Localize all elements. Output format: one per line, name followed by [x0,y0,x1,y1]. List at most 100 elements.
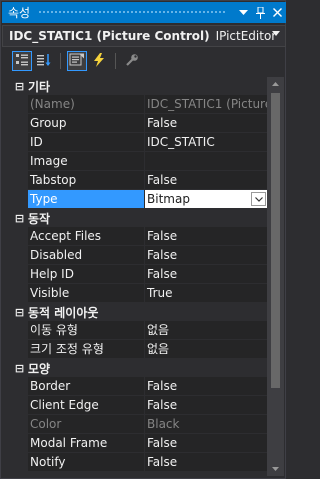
category-header[interactable]: ⊟ 모양 [11,359,268,377]
property-name[interactable]: Border [28,377,145,395]
property-name[interactable]: Type [28,190,145,208]
titlebar-grip[interactable] [38,10,227,15]
collapse-toggle-icon[interactable]: ⊟ [11,80,28,93]
row-gutter [11,190,28,208]
collapse-toggle-icon[interactable]: ⊟ [11,362,28,375]
categorized-button[interactable] [12,51,32,71]
row-gutter [11,95,28,113]
property-name[interactable]: Notify [28,453,145,471]
property-value[interactable]: False [145,246,268,264]
property-name[interactable]: Visible [28,284,145,302]
property-row[interactable]: ID IDC_STATIC [11,133,268,152]
property-row[interactable]: Type Bitmap [11,190,268,209]
events-button[interactable] [89,51,109,71]
row-gutter [11,396,28,414]
window-titlebar[interactable]: 속성 [2,2,286,23]
property-value-text: False [147,267,178,281]
scroll-down-icon[interactable] [267,462,284,476]
properties-button[interactable] [67,51,87,71]
collapse-toggle-icon[interactable]: ⊟ [11,306,28,319]
property-pages-button[interactable] [122,51,142,71]
property-value[interactable]: False [145,265,268,283]
property-pages-wrench-icon [125,53,139,70]
object-type: IPictEditor [215,29,277,43]
property-value-text: IDC_STATIC1 (Picture [147,97,268,111]
property-row[interactable]: Accept Files False [11,227,268,246]
property-value[interactable]: 없음 [145,340,268,358]
value-dropdown-chevron-icon[interactable] [251,192,266,206]
property-row[interactable]: Border False [11,377,268,396]
property-name[interactable]: Accept Files [28,227,145,245]
object-selector-dropdown[interactable]: IDC_STATIC1 (Picture Control) IPictEdito… [2,25,286,47]
property-name[interactable]: Color [28,415,145,433]
property-row[interactable]: Group False [11,114,268,133]
property-name[interactable]: Client Edge [28,396,145,414]
property-value[interactable]: True [145,284,268,302]
property-row[interactable]: 이동 유형 없음 [11,321,268,340]
property-row[interactable]: Help ID False [11,265,268,284]
property-name[interactable]: Help ID [28,265,145,283]
property-name[interactable]: Modal Frame [28,434,145,452]
property-value-text: False [147,436,178,450]
category-label: 동적 레이아웃 [28,305,99,320]
alphabetical-button[interactable] [34,51,54,71]
property-value-text: False [147,229,178,243]
property-row[interactable]: Image [11,152,268,171]
property-name[interactable]: 이동 유형 [28,321,145,339]
property-value[interactable]: IDC_STATIC [145,133,268,151]
chevron-down-icon[interactable] [272,29,280,39]
pin-icon[interactable] [252,4,269,21]
category-header[interactable]: ⊟ 동적 레이아웃 [11,303,268,321]
property-value[interactable]: False [145,453,268,471]
property-row[interactable]: Disabled False [11,246,268,265]
row-gutter [11,340,28,358]
property-name[interactable]: 크기 조정 유형 [28,340,145,358]
scroll-up-icon[interactable] [267,77,284,91]
property-value[interactable]: Bitmap [145,190,268,208]
property-row[interactable]: Notify False [11,453,268,472]
property-value[interactable]: IDC_STATIC1 (Picture [145,95,268,113]
category-label: 모양 [28,361,51,376]
property-value[interactable]: Black [145,415,268,433]
row-gutter [11,377,28,395]
property-name[interactable]: Disabled [28,246,145,264]
property-value[interactable]: 없음 [145,321,268,339]
property-value-text: False [147,398,178,412]
property-name[interactable]: Image [28,152,145,170]
window-title: 속성 [8,6,31,20]
alphabetical-view-icon [36,53,52,70]
events-lightning-icon [93,52,105,70]
collapse-toggle-icon[interactable]: ⊟ [11,212,28,225]
property-value-text: 없음 [147,323,170,337]
property-name[interactable]: Tabstop [28,171,145,189]
property-row[interactable]: Tabstop False [11,171,268,190]
category-header[interactable]: ⊟ 동작 [11,209,268,227]
property-row[interactable]: Client Edge False [11,396,268,415]
property-row[interactable]: Visible True [11,284,268,303]
property-value[interactable]: False [145,377,268,395]
property-value[interactable]: False [145,227,268,245]
vertical-scrollbar[interactable] [267,77,284,476]
window-menu-dropdown-icon[interactable] [235,4,252,21]
property-value[interactable] [145,152,268,170]
categorized-view-icon [15,53,29,70]
property-name[interactable]: ID [28,133,145,151]
category-header[interactable]: ⊟ 기타 [11,77,268,95]
scrollbar-thumb[interactable] [271,93,280,388]
property-value-text: False [147,173,178,187]
property-value[interactable]: False [145,114,268,132]
property-row[interactable]: 크기 조정 유형 없음 [11,340,268,359]
row-gutter [11,227,28,245]
property-name[interactable]: (Name) [28,95,145,113]
property-name[interactable]: Group [28,114,145,132]
property-value[interactable]: False [145,434,268,452]
row-gutter [11,453,28,471]
property-value[interactable]: False [145,171,268,189]
property-row[interactable]: Modal Frame False [11,434,268,453]
property-value-text: False [147,455,178,469]
close-icon[interactable] [269,4,286,21]
property-value[interactable]: False [145,396,268,414]
property-row[interactable]: Color Black [11,415,268,434]
row-gutter [11,246,28,264]
property-row[interactable]: (Name) IDC_STATIC1 (Picture [11,95,268,114]
